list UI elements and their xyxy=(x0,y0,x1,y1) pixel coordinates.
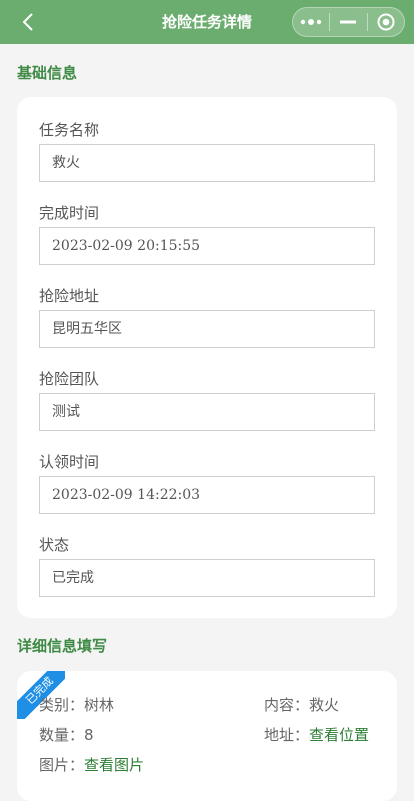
claim-time-field[interactable]: 2023-02-09 14:22:03 xyxy=(39,476,375,514)
basic-info-title: 基础信息 xyxy=(17,64,78,82)
view-location-link[interactable]: 查看位置 xyxy=(309,726,369,744)
claim-time-label: 认领时间 xyxy=(39,453,100,471)
basic-info-card: 任务名称 救火 完成时间 2023-02-09 20:15:55 抢险地址 昆明… xyxy=(17,97,397,618)
detail-info-title: 详细信息填写 xyxy=(17,637,108,655)
navigation-bar: 抢险任务详情 xyxy=(0,0,414,44)
rescue-team-field[interactable]: 测试 xyxy=(39,393,375,431)
target-circle-icon xyxy=(377,13,395,31)
quantity-row: 数量：8 xyxy=(39,724,94,745)
task-name-field[interactable]: 救火 xyxy=(39,144,375,182)
quantity-value: 8 xyxy=(84,726,94,744)
status-field[interactable]: 已完成 xyxy=(39,559,375,597)
minus-icon xyxy=(340,20,357,24)
more-dots-icon xyxy=(300,19,322,25)
more-menu-button[interactable] xyxy=(293,8,329,36)
view-image-link[interactable]: 查看图片 xyxy=(84,756,144,774)
rescue-address-label: 抢险地址 xyxy=(39,287,100,305)
detail-info-card: 已完成 类别：树林 内容：救火 数量：8 地址：查看位置 图片：查看图片 xyxy=(17,671,397,801)
image-row: 图片：查看图片 xyxy=(39,754,144,775)
category-value: 树林 xyxy=(84,696,115,714)
category-label: 类别： xyxy=(39,696,85,714)
content-value: 救火 xyxy=(309,696,340,714)
completion-time-label: 完成时间 xyxy=(39,204,100,222)
mini-program-capsule xyxy=(292,7,405,37)
content-label: 内容： xyxy=(264,696,310,714)
image-label: 图片： xyxy=(39,756,85,774)
address-label: 地址： xyxy=(264,726,310,744)
task-name-label: 任务名称 xyxy=(39,121,100,139)
rescue-address-field[interactable]: 昆明五华区 xyxy=(39,310,375,348)
rescue-team-label: 抢险团队 xyxy=(39,370,100,388)
quantity-label: 数量： xyxy=(39,726,85,744)
minimize-button[interactable] xyxy=(330,8,366,36)
content-row: 内容：救火 xyxy=(264,694,339,715)
completion-time-field[interactable]: 2023-02-09 20:15:55 xyxy=(39,227,375,265)
category-row: 类别：树林 xyxy=(39,694,114,715)
address-row: 地址：查看位置 xyxy=(264,724,369,745)
close-program-button[interactable] xyxy=(368,8,404,36)
status-label: 状态 xyxy=(39,536,70,554)
